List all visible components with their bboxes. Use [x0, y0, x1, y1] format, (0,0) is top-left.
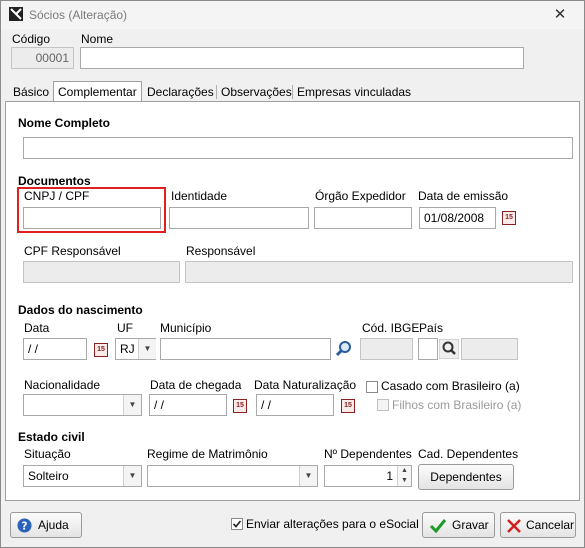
- tab-observacoes[interactable]: Observações: [217, 83, 296, 101]
- filhos-brasileiro-label: Filhos com Brasileiro (a): [392, 398, 522, 412]
- stepper-up-icon[interactable]: ▲: [398, 466, 411, 476]
- window: Sócios (Alteração) ✕ Código 00001 Nome B…: [0, 0, 585, 548]
- tab-declaracoes[interactable]: Declarações: [143, 83, 218, 101]
- municipio-label: Município: [160, 321, 212, 335]
- data-emissao-label: Data de emissão: [418, 189, 509, 203]
- data-naturalizacao-label: Data Naturalização: [254, 378, 357, 392]
- enviar-esocial-label: Enviar alterações para o eSocial: [246, 517, 419, 531]
- num-dependentes-label: Nº Dependentes: [324, 447, 412, 461]
- enviar-esocial-checkbox[interactable]: [231, 518, 243, 530]
- quantity-stepper[interactable]: ▲ ▼: [397, 466, 411, 486]
- pais-code-field[interactable]: [418, 338, 438, 360]
- tab-bar: Básico Complementar Declarações Observaç…: [1, 81, 584, 103]
- cancelar-button-label: Cancelar: [526, 518, 575, 532]
- estado-civil-heading: Estado civil: [18, 430, 85, 444]
- help-icon: ?: [17, 518, 32, 533]
- svg-text:?: ?: [22, 520, 28, 532]
- data-chegada-label: Data de chegada: [150, 378, 242, 392]
- nome-label: Nome: [81, 32, 114, 46]
- check-icon: [429, 519, 447, 534]
- dependentes-button[interactable]: Dependentes: [418, 464, 514, 490]
- cpf-responsavel-field: [23, 261, 180, 283]
- chevron-down-icon[interactable]: ▼: [138, 339, 156, 359]
- pais-label: País: [419, 321, 444, 335]
- complementar-panel: [5, 101, 580, 501]
- stepper-down-icon[interactable]: ▼: [398, 476, 411, 486]
- calendar-icon[interactable]: 15: [233, 399, 247, 413]
- situacao-label: Situação: [24, 447, 71, 461]
- regime-matrimonio-select[interactable]: [147, 465, 318, 487]
- filhos-brasileiro-checkbox: [377, 399, 389, 411]
- identidade-label: Identidade: [171, 189, 228, 203]
- codigo-field: 00001: [11, 47, 74, 69]
- title-bar: Sócios (Alteração) ✕: [1, 1, 584, 29]
- cancel-icon: [507, 519, 521, 533]
- search-icon[interactable]: [439, 339, 459, 359]
- app-icon: [9, 7, 23, 21]
- data-nascimento-label: Data: [24, 321, 50, 335]
- search-icon[interactable]: [334, 339, 354, 359]
- tab-basico[interactable]: Básico: [9, 83, 53, 101]
- responsavel-field: [185, 261, 573, 283]
- check-icon: [232, 520, 242, 528]
- regime-matrimonio-label: Regime de Matrimônio: [147, 447, 268, 461]
- chevron-down-icon[interactable]: ▼: [123, 395, 141, 415]
- cad-dependentes-label: Cad. Dependentes: [418, 447, 519, 461]
- nome-completo-label: Nome Completo: [18, 116, 111, 130]
- data-nascimento-field[interactable]: / /: [23, 338, 87, 360]
- pais-name-field: [461, 338, 518, 360]
- tab-complementar[interactable]: Complementar: [53, 81, 142, 103]
- casado-brasileiro-label: Casado com Brasileiro (a): [381, 379, 520, 393]
- municipio-field[interactable]: [160, 338, 331, 360]
- calendar-icon[interactable]: 15: [502, 211, 516, 225]
- gravar-button[interactable]: Gravar: [422, 512, 495, 538]
- cod-ibge-field: [360, 338, 413, 360]
- nome-completo-field[interactable]: [23, 137, 573, 159]
- tab-empresas-vinculadas[interactable]: Empresas vinculadas: [293, 83, 415, 101]
- nascimento-heading: Dados do nascimento: [18, 303, 143, 317]
- window-title: Sócios (Alteração): [29, 8, 128, 22]
- orgao-expedidor-label: Órgão Expedidor: [315, 189, 406, 203]
- data-chegada-field[interactable]: / /: [149, 394, 227, 416]
- cancelar-button[interactable]: Cancelar: [500, 512, 576, 538]
- chevron-down-icon[interactable]: ▼: [299, 466, 317, 486]
- nome-field[interactable]: [80, 47, 524, 69]
- uf-label: UF: [117, 321, 133, 335]
- casado-brasileiro-checkbox[interactable]: [366, 381, 378, 393]
- uf-value: RJ: [120, 342, 135, 356]
- cod-ibge-label: Cód. IBGE: [362, 321, 420, 335]
- calendar-icon[interactable]: 15: [341, 399, 355, 413]
- responsavel-label: Responsável: [186, 244, 256, 258]
- identidade-field[interactable]: [169, 207, 309, 229]
- close-icon[interactable]: ✕: [549, 5, 571, 25]
- data-naturalizacao-field[interactable]: / /: [256, 394, 334, 416]
- help-button[interactable]: ? Ajuda: [10, 512, 82, 538]
- orgao-expedidor-field[interactable]: [314, 207, 412, 229]
- gravar-button-label: Gravar: [452, 518, 489, 532]
- codigo-label: Código: [12, 32, 51, 46]
- nacionalidade-label: Nacionalidade: [24, 378, 101, 392]
- calendar-icon[interactable]: 15: [94, 343, 108, 357]
- chevron-down-icon[interactable]: ▼: [123, 466, 141, 486]
- cpf-responsavel-label: CPF Responsável: [24, 244, 121, 258]
- data-emissao-field[interactable]: 01/08/2008: [419, 207, 496, 229]
- help-button-label: Ajuda: [38, 518, 69, 532]
- documentos-heading: Documentos: [18, 174, 91, 188]
- highlight-box: [17, 187, 166, 233]
